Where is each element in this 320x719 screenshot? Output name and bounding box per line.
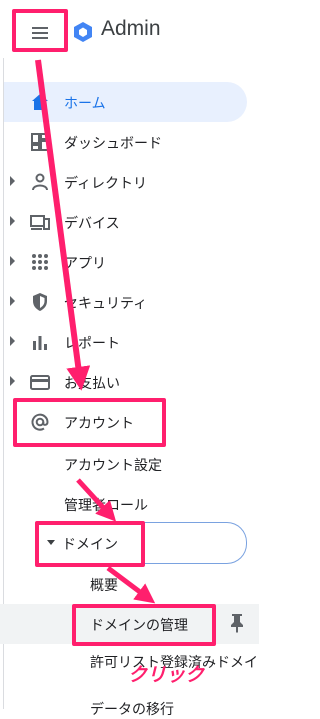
sidebar-item-label: ディレクトリ [64, 176, 148, 192]
sidebar-item-directory[interactable]: ディレクトリ [0, 162, 259, 202]
apps-grid-icon [32, 254, 48, 270]
sidebar-item-label: デバイス [64, 216, 120, 232]
devices-icon [30, 215, 50, 230]
sidebar-item-dashboard[interactable]: ダッシュボード [0, 122, 259, 162]
credit-card-icon [30, 375, 50, 390]
home-icon [32, 94, 48, 110]
admin-hexagon-logo-icon [74, 22, 92, 42]
expand-arrow-icon[interactable] [10, 296, 15, 306]
sidebar-subitem-overview[interactable]: 概要 [90, 575, 118, 595]
sidebar-item-apps[interactable]: アプリ [0, 242, 259, 282]
sidebar-item-label: レポート [64, 336, 120, 352]
sidebar-item-billing[interactable]: お支払い [0, 362, 259, 402]
sidebar-item-home[interactable]: ホーム [4, 82, 247, 122]
sidebar-subitem-admin-roles[interactable]: 管理者ロール [64, 495, 148, 515]
highlight-box-account [13, 398, 166, 447]
expand-arrow-icon[interactable] [10, 376, 15, 386]
expand-arrow-icon[interactable] [10, 176, 15, 186]
expand-arrow-icon[interactable] [10, 256, 15, 266]
sidebar-subitem-data-migration[interactable]: データの移行 [90, 699, 174, 719]
sidebar-item-reports[interactable]: レポート [0, 322, 259, 362]
expand-arrow-icon[interactable] [10, 216, 15, 226]
sidebar-item-label: アプリ [64, 256, 106, 272]
admin-console-sidebar: Admin ホーム ダッシュボード ディレクトリ デバイス アプリ セキュリティ… [0, 0, 259, 718]
highlight-box-manage-domains [72, 604, 216, 646]
pin-icon[interactable] [228, 613, 246, 633]
dashboard-icon [31, 133, 49, 151]
sidebar-item-label: ホーム [64, 96, 106, 112]
sidebar-item-label: ダッシュボード [64, 136, 162, 152]
sidebar-item-devices[interactable]: デバイス [0, 202, 259, 242]
shield-icon [33, 293, 47, 311]
highlight-box-domain [35, 521, 145, 567]
app-title: Admin [101, 17, 161, 40]
bar-chart-icon [33, 336, 47, 350]
sidebar-item-label: セキュリティ [64, 296, 148, 312]
sidebar-subitem-account-settings[interactable]: アカウント設定 [64, 455, 162, 475]
sidebar-item-label: お支払い [64, 376, 120, 392]
highlight-box-menu [12, 9, 68, 52]
sidebar-item-security[interactable]: セキュリティ [0, 282, 259, 322]
person-icon [32, 173, 48, 191]
expand-arrow-icon[interactable] [10, 336, 15, 346]
click-annotation-label: クリック [128, 664, 205, 686]
